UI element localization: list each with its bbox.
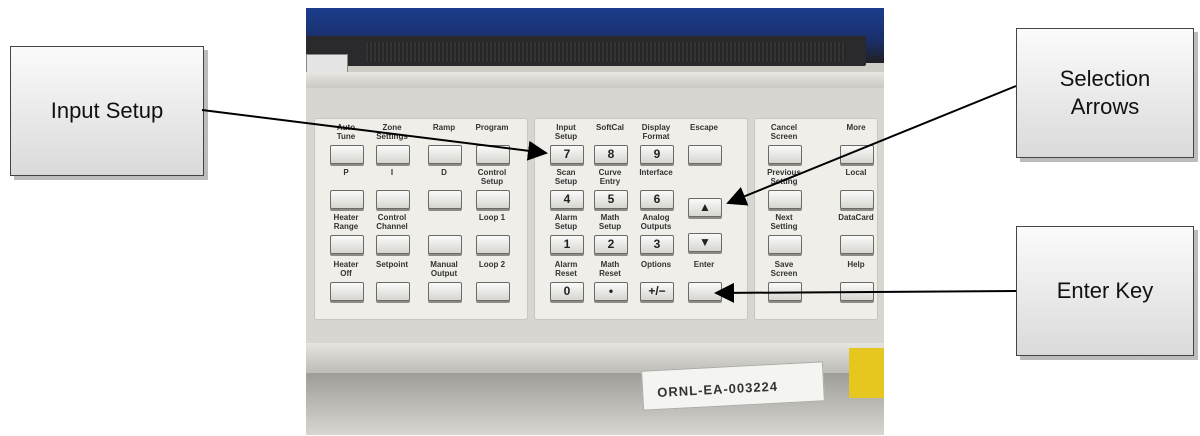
- arrow-input-setup: [201, 109, 548, 161]
- callout-arrows: [201, 85, 1017, 303]
- arrow-enter: [714, 282, 1017, 303]
- arrow-selection: [726, 85, 1017, 206]
